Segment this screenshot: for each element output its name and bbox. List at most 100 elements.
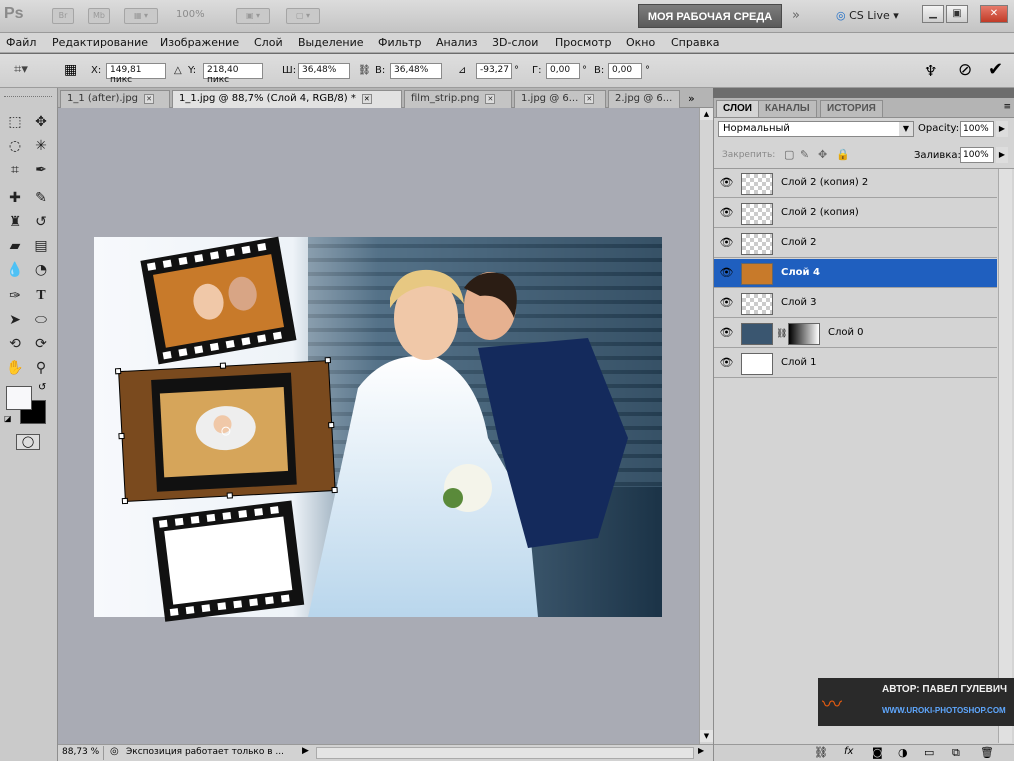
tab-1-1-after[interactable]: 1_1 (after).jpg ✕ xyxy=(60,90,170,108)
menu-analysis[interactable]: Анализ xyxy=(436,36,478,49)
crop-tool-icon[interactable]: ⌗ xyxy=(4,160,26,180)
warp-icon[interactable]: ♆ xyxy=(924,62,937,80)
film-strip-bottom[interactable] xyxy=(152,500,305,622)
layer-thumbnail[interactable] xyxy=(741,203,773,225)
fx-icon[interactable]: fx xyxy=(844,746,853,757)
lasso-tool-icon[interactable]: ◌ xyxy=(4,136,26,156)
height-field[interactable]: 36,48% xyxy=(390,63,442,79)
close-tab-icon[interactable]: ✕ xyxy=(361,94,372,104)
close-window-button[interactable]: ✕ xyxy=(980,5,1008,23)
tool-preset-icon[interactable]: ⌗▾ xyxy=(14,62,40,80)
layer-row[interactable]: 👁 ⛓ Слой 0 xyxy=(714,319,997,348)
zoom-readout[interactable]: 88,73 % xyxy=(60,746,104,760)
vertical-scrollbar[interactable]: ▲ ▼ xyxy=(699,108,713,744)
layer-thumbnail[interactable] xyxy=(741,353,773,375)
layers-scrollbar[interactable] xyxy=(998,169,1012,743)
lock-transparency-icon[interactable]: ▢ xyxy=(784,148,794,161)
layer-row[interactable]: 👁 Слой 2 (копия) xyxy=(714,199,997,228)
tab-channels[interactable]: КАНАЛЫ xyxy=(758,100,817,117)
menu-window[interactable]: Окно xyxy=(626,36,655,49)
tab-film-strip[interactable]: film_strip.png ✕ xyxy=(404,90,512,108)
canvas-workspace[interactable] xyxy=(58,108,699,744)
path-selection-icon[interactable]: ➤ xyxy=(4,310,26,330)
zoom-level[interactable]: 100% xyxy=(176,9,205,20)
horizontal-scrollbar[interactable] xyxy=(316,747,694,759)
opacity-arrow-icon[interactable]: ▶ xyxy=(996,121,1008,137)
layer-thumbnail[interactable] xyxy=(741,323,773,345)
add-mask-icon[interactable]: ◙ xyxy=(872,746,883,759)
workspace-switcher[interactable]: МОЯ РАБОЧАЯ СРЕДА xyxy=(638,4,782,28)
visibility-eye-icon[interactable]: 👁 xyxy=(719,237,734,249)
fill-arrow-icon[interactable]: ▶ xyxy=(996,147,1008,163)
quick-mask-icon[interactable]: ◯ xyxy=(16,434,40,450)
3d-orbit-icon[interactable]: ⟳ xyxy=(30,334,52,354)
history-brush-icon[interactable]: ↺ xyxy=(30,212,52,232)
layer-thumbnail[interactable] xyxy=(741,263,773,285)
layer-name[interactable]: Слой 4 xyxy=(781,267,820,278)
magic-wand-icon[interactable]: ✳ xyxy=(30,136,52,156)
width-field[interactable]: 36,48% xyxy=(298,63,350,79)
reference-point-icon[interactable]: ▦ xyxy=(64,62,84,80)
tab-history[interactable]: ИСТОРИЯ xyxy=(820,100,883,117)
scroll-down-icon[interactable]: ▼ xyxy=(700,730,713,742)
menu-image[interactable]: Изображение xyxy=(160,36,239,49)
menu-filter[interactable]: Фильтр xyxy=(378,36,422,49)
v-skew-field[interactable]: 0,00 xyxy=(608,63,642,79)
menu-view[interactable]: Просмотр xyxy=(555,36,611,49)
type-tool-icon[interactable]: T xyxy=(30,286,52,306)
visibility-eye-icon[interactable]: 👁 xyxy=(719,297,734,309)
h-skew-field[interactable]: 0,00 xyxy=(546,63,580,79)
chain-link-icon[interactable]: ⛓ xyxy=(776,329,787,339)
menu-select[interactable]: Выделение xyxy=(298,36,364,49)
link-layers-icon[interactable]: ⛓ xyxy=(814,746,828,759)
marquee-tool-icon[interactable]: ⬚ xyxy=(4,112,26,132)
visibility-eye-icon[interactable]: 👁 xyxy=(719,357,734,369)
zoom-tool-icon[interactable]: ⚲ xyxy=(30,358,52,378)
brush-tool-icon[interactable]: ✎ xyxy=(30,188,52,208)
gradient-tool-icon[interactable]: ▤ xyxy=(30,236,52,256)
more-tabs-icon[interactable]: » xyxy=(688,92,695,105)
layer-mask-thumbnail[interactable] xyxy=(788,323,820,345)
lock-all-icon[interactable]: 🔒 xyxy=(836,148,850,161)
fill-field[interactable]: 100% xyxy=(960,147,994,163)
minimize-button[interactable]: ▁ xyxy=(922,5,944,23)
y-position-field[interactable]: 218,40 пикс xyxy=(203,63,263,85)
menu-edit[interactable]: Редактирование xyxy=(52,36,148,49)
pen-tool-icon[interactable]: ✑ xyxy=(4,286,26,306)
film-strip-middle-selected[interactable] xyxy=(114,357,338,505)
close-tab-icon[interactable]: ✕ xyxy=(144,94,155,104)
lock-pixels-icon[interactable]: ✎ xyxy=(800,148,809,161)
layer-name[interactable]: Слой 3 xyxy=(781,297,817,308)
visibility-eye-icon[interactable]: 👁 xyxy=(719,207,734,219)
chevron-down-icon[interactable]: ▼ xyxy=(899,122,913,136)
cancel-transform-icon[interactable]: ⊘ xyxy=(958,60,972,80)
layer-row[interactable]: 👁 Слой 2 xyxy=(714,229,997,258)
minibridge-button[interactable]: Mb xyxy=(88,8,110,24)
blur-tool-icon[interactable]: 💧 xyxy=(4,260,26,280)
dodge-tool-icon[interactable]: ◔ xyxy=(30,260,52,280)
lock-position-icon[interactable]: ✥ xyxy=(818,148,827,161)
visibility-eye-icon[interactable]: 👁 xyxy=(719,327,734,339)
view-extras-button[interactable]: ▦ ▾ xyxy=(124,8,158,24)
layer-thumbnail[interactable] xyxy=(741,173,773,195)
close-tab-icon[interactable]: ✕ xyxy=(584,94,595,104)
new-group-icon[interactable]: ▭ xyxy=(924,746,934,759)
foreground-color-swatch-front[interactable] xyxy=(6,386,32,410)
layer-name[interactable]: Слой 1 xyxy=(781,357,817,368)
layer-row[interactable]: 👁 Слой 2 (копия) 2 xyxy=(714,169,997,198)
more-workspaces-icon[interactable]: » xyxy=(792,8,800,23)
layer-row[interactable]: 👁 Слой 1 xyxy=(714,349,997,378)
ellipse-tool-icon[interactable]: ⬭ xyxy=(30,310,52,330)
layer-thumbnail[interactable] xyxy=(741,293,773,315)
close-tab-icon[interactable]: ✕ xyxy=(485,94,496,104)
tab-1-jpg[interactable]: 1.jpg @ 6... ✕ xyxy=(514,90,606,108)
status-menu-arrow-icon[interactable]: ▶ xyxy=(302,746,309,756)
rotation-field[interactable]: -93,27 xyxy=(476,63,512,79)
hand-tool-icon[interactable]: ✋ xyxy=(4,358,26,378)
scroll-up-icon[interactable]: ▲ xyxy=(700,108,713,120)
document-canvas[interactable] xyxy=(58,108,699,744)
layer-row-selected[interactable]: 👁 Слой 4 xyxy=(714,259,997,288)
default-colors-icon[interactable]: ◪ xyxy=(4,414,12,423)
x-position-field[interactable]: 149,81 пикс xyxy=(106,63,166,85)
menu-3d[interactable]: 3D-слои xyxy=(492,36,538,49)
